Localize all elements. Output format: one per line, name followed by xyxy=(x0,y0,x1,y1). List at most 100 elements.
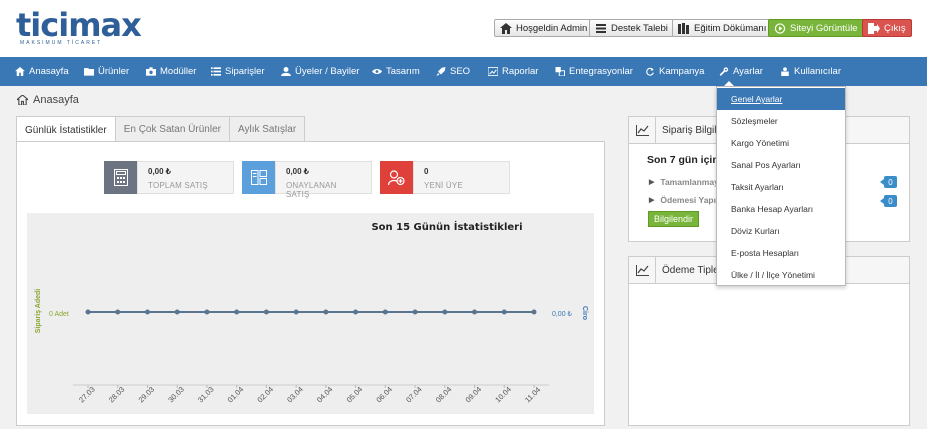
support-button[interactable]: Destek Talebi xyxy=(589,19,674,37)
nav-item-anasayfa[interactable]: Anasayfa xyxy=(15,57,69,86)
list-icon xyxy=(211,67,221,76)
nav-label: Siparişler xyxy=(225,66,265,77)
home-icon xyxy=(17,95,28,105)
caret-right-icon: ▶ xyxy=(649,179,655,186)
logo[interactable]: ticimax MAKSIMUM TİCARET xyxy=(16,6,142,46)
stat-label: YENİ ÜYE xyxy=(424,181,463,190)
chart-x-tick-label: 02.04 xyxy=(255,385,275,405)
chart-x-tick-label: 30.03 xyxy=(166,385,186,405)
breadcrumb-label[interactable]: Anasayfa xyxy=(33,94,79,106)
chart-x-tick-label: 11.04 xyxy=(523,385,542,404)
stat-new-members: 0 YENİ ÜYE xyxy=(380,161,510,194)
chart-point[interactable] xyxy=(353,309,359,315)
nav-item-seo[interactable]: SEO xyxy=(436,57,470,86)
docs-label: Eğitim Dökümanı xyxy=(694,22,767,34)
tab-aylik-satislar[interactable]: Aylık Satışlar xyxy=(228,116,306,142)
chart-point[interactable] xyxy=(174,309,180,315)
chart-point[interactable] xyxy=(442,309,448,315)
dropdown-item-doviz-kurlari[interactable]: Döviz Kurları xyxy=(717,220,845,242)
nav-label: Ayarlar xyxy=(733,66,763,77)
nav-label: Üyeler / Bayiler xyxy=(295,66,360,77)
user-lock-icon xyxy=(781,67,789,76)
nav-item-urunler[interactable]: Ürünler xyxy=(84,57,129,86)
dropdown-item-sozlesmeler[interactable]: Sözleşmeler xyxy=(717,110,845,132)
chart-icon xyxy=(488,67,498,76)
dropdown-item-genel-ayarlar[interactable]: Genel Ayarlar xyxy=(717,88,845,110)
stat-total-sales: 0,00 ₺ TOPLAM SATIŞ xyxy=(104,161,234,194)
welcome-button[interactable]: Hoşgeldin Admin xyxy=(494,19,594,37)
stats-chart: Son 15 Günün İstatistikleri Sipariş Aded… xyxy=(27,213,594,414)
dropdown-item-taksit[interactable]: Taksit Ayarları xyxy=(717,176,845,198)
orders-row-label: Tamamlanmaya xyxy=(660,177,724,187)
chart-point[interactable] xyxy=(263,309,269,315)
orders-row-unpaid[interactable]: ▶ Ödemesi Yapıl xyxy=(649,195,718,205)
stat-label: TOPLAM SATIŞ xyxy=(148,181,208,190)
nav-item-raporlar[interactable]: Raporlar xyxy=(488,57,538,86)
nav-item-entegrasyonlar[interactable]: Entegrasyonlar xyxy=(555,57,633,86)
docs-button[interactable]: Eğitim Dökümanı xyxy=(672,19,773,37)
chart-point[interactable] xyxy=(144,309,150,315)
chart-point[interactable] xyxy=(115,309,121,315)
calculator-icon xyxy=(104,161,137,194)
chart-point[interactable] xyxy=(472,309,478,315)
tab-gunluk-istatistikler[interactable]: Günlük İstatistikler xyxy=(16,116,116,143)
view-site-button[interactable]: Siteyi Görüntüle xyxy=(768,19,864,37)
logout-icon xyxy=(868,22,880,34)
chart-x-tick-label: 01.04 xyxy=(226,385,246,405)
chart-left-tick: 0 Adet xyxy=(49,311,69,318)
chart-point[interactable] xyxy=(204,309,210,315)
nav-item-kampanya[interactable]: Kampanya xyxy=(645,57,704,86)
view-site-label: Siteyi Görüntüle xyxy=(790,22,858,34)
tab-en-cok-satan[interactable]: En Çok Satan Ürünler xyxy=(114,116,230,142)
welcome-label: Hoşgeldin Admin xyxy=(516,22,588,34)
chart-x-tick-label: 31.03 xyxy=(196,385,216,405)
chart-point[interactable] xyxy=(531,309,537,315)
eye-icon xyxy=(372,69,382,74)
home-icon xyxy=(500,22,512,34)
grid-icon xyxy=(242,161,275,194)
nav-label: Ürünler xyxy=(98,66,130,77)
dropdown-item-kargo-yonetimi[interactable]: Kargo Yönetimi xyxy=(717,132,845,154)
chart-x-tick-label: 03.04 xyxy=(285,385,305,405)
nav-item-kullanicilar[interactable]: Kullanıcılar xyxy=(780,57,841,86)
logout-button[interactable]: Çıkış xyxy=(862,19,912,37)
nav-label: Tasarım xyxy=(386,66,420,77)
orders-row-label: Ödemesi Yapıl xyxy=(660,195,719,205)
chart-x-tick-label: 09.04 xyxy=(464,385,484,405)
puzzle-icon xyxy=(555,67,565,76)
dropdown-item-eposta-hesaplari[interactable]: E-posta Hesapları xyxy=(717,242,845,264)
dropdown-item-ulke-il-ilce[interactable]: Ülke / İl / İlçe Yönetimi xyxy=(717,264,845,286)
chart-x-tick-label: 06.04 xyxy=(374,385,394,405)
camera-icon xyxy=(146,67,156,76)
main-nav: Anasayfa Ürünler Modüller Siparişler Üye… xyxy=(0,57,927,86)
stack-icon xyxy=(596,23,606,33)
stat-value: 0,00 ₺ xyxy=(148,167,171,176)
nav-item-tasarim[interactable]: Tasarım xyxy=(372,57,420,86)
chart-x-tick-label: 07.04 xyxy=(404,385,424,405)
chart-point[interactable] xyxy=(85,309,91,315)
chart-point[interactable] xyxy=(234,309,240,315)
nav-item-uyeler[interactable]: Üyeler / Bayiler xyxy=(281,57,359,86)
chart-x-tick-label: 04.04 xyxy=(315,385,335,405)
chart-point[interactable] xyxy=(382,309,388,315)
chart-point[interactable] xyxy=(412,309,418,315)
chart-point[interactable] xyxy=(501,309,507,315)
nav-item-siparisler[interactable]: Siparişler xyxy=(211,57,265,86)
chart-x-tick-label: 05.04 xyxy=(345,385,365,405)
chart-left-axis-label: Sipariş Adedi xyxy=(35,289,42,334)
logo-text: ticimax xyxy=(16,6,142,44)
inform-button[interactable]: Bilgilendir xyxy=(648,211,700,227)
nav-label: Raporlar xyxy=(502,66,539,77)
nav-item-moduller[interactable]: Modüller xyxy=(146,57,196,86)
stat-approved-sales: 0,00 ₺ ONAYLANAN SATIŞ xyxy=(242,161,372,199)
chart-point[interactable] xyxy=(293,309,299,315)
orders-panel-title: Sipariş Bilgile xyxy=(662,124,723,136)
play-circle-icon xyxy=(774,22,786,34)
orders-row-pending[interactable]: ▶ Tamamlanmaya xyxy=(649,177,724,187)
dropdown-item-banka-hesap[interactable]: Banka Hesap Ayarları xyxy=(717,198,845,220)
dropdown-item-sanal-pos[interactable]: Sanal Pos Ayarları xyxy=(717,154,845,176)
user-add-icon xyxy=(380,161,413,194)
wrench-icon xyxy=(719,67,729,76)
logout-label: Çıkış xyxy=(884,22,906,34)
chart-point[interactable] xyxy=(323,309,329,315)
